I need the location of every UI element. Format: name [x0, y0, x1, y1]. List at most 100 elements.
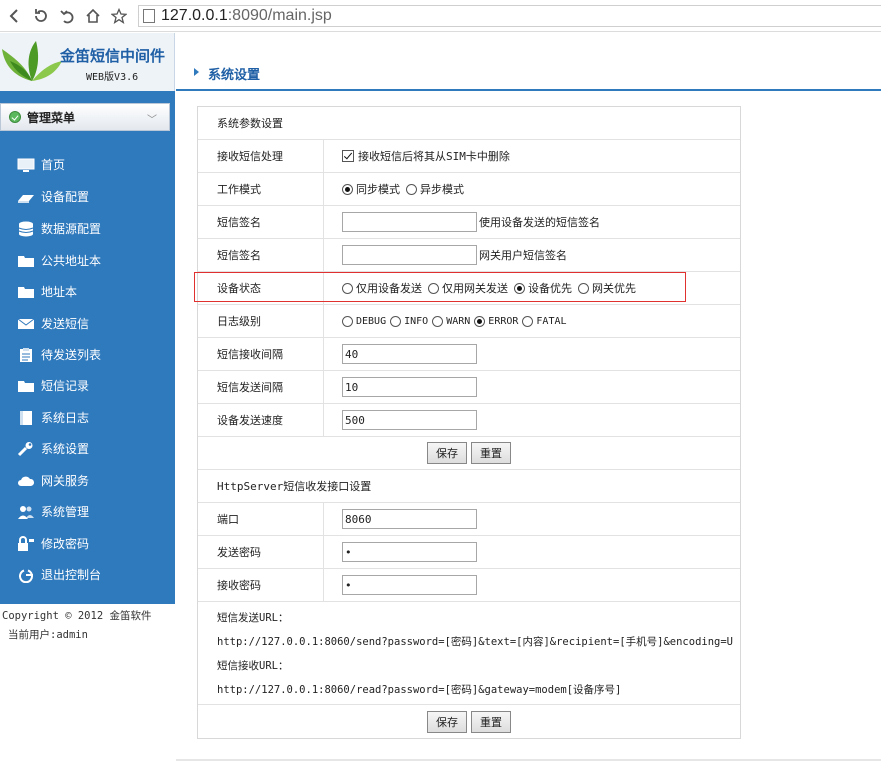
sidebar-item-label: 地址本: [41, 285, 78, 299]
form-row-sign2: 短信签名 网关用户短信签名: [198, 239, 740, 272]
back-icon[interactable]: [4, 5, 26, 27]
sidebar-item-system-admin[interactable]: 系统管理: [0, 496, 175, 527]
logo-title: 金笛短信中间件: [60, 47, 166, 65]
home-icon[interactable]: [82, 5, 104, 27]
gateway-signature-input[interactable]: [342, 245, 477, 265]
form-row-mode: 工作模式 同步模式 异步模式: [198, 173, 740, 206]
form-row-send-password: 发送密码 •: [198, 536, 740, 569]
power-icon: [16, 567, 36, 583]
sidebar-footer: Copyright © 2012 金笛软件 当前用户:admin: [0, 604, 175, 761]
send-interval-input[interactable]: 10: [342, 377, 477, 397]
page-icon: [143, 9, 155, 23]
sidebar-item-logout[interactable]: 退出控制台: [0, 559, 175, 590]
mail-icon: [16, 316, 36, 332]
sync-mode-radio[interactable]: [342, 183, 353, 195]
field-label: 短信发送间隔: [198, 371, 324, 403]
async-mode-radio[interactable]: [406, 183, 417, 195]
log-fatal-radio[interactable]: [522, 315, 534, 327]
logo-leaf-icon: [2, 41, 62, 81]
field-hint: 网关用户短信签名: [479, 249, 567, 262]
sidebar-item-public-addressbook[interactable]: 公共地址本: [0, 245, 175, 276]
sidebar-item-label: 网关服务: [41, 474, 90, 488]
chevron-down-icon[interactable]: ﹀: [147, 111, 157, 126]
star-icon[interactable]: [108, 5, 130, 27]
undo-icon[interactable]: [56, 5, 78, 27]
sidebar-item-label: 公共地址本: [41, 254, 102, 268]
radio-label: FATAL: [536, 315, 567, 327]
form-row-receive: 接收短信处理 接收短信后将其从SIM卡中删除: [198, 140, 740, 173]
send-password-input[interactable]: •: [342, 542, 477, 562]
radio-label: ERROR: [488, 315, 519, 327]
form-row-sign1: 短信签名 使用设备发送的短信签名: [198, 206, 740, 239]
device-icon: [16, 189, 36, 205]
field-label: 端口: [198, 503, 324, 535]
menu-title: 管理菜单: [27, 110, 76, 125]
address-bar[interactable]: 127.0.0.1:8090/main.jsp: [138, 5, 881, 27]
log-debug-radio[interactable]: [342, 315, 353, 327]
url-host: 127.0.0.1: [161, 7, 228, 24]
delete-from-sim-checkbox[interactable]: [342, 150, 354, 162]
radio-label: DEBUG: [356, 315, 387, 327]
form-row-port: 端口 8060: [198, 503, 740, 536]
receive-password-input[interactable]: •: [342, 575, 477, 595]
field-label: 接收短信处理: [198, 140, 324, 172]
highlight-box: [194, 272, 686, 302]
button-row: 保存 重置: [198, 705, 740, 738]
log-warn-radio[interactable]: [432, 315, 444, 327]
receive-url-text: http://127.0.0.1:8060/read?password=[密码]…: [217, 684, 622, 696]
port-input[interactable]: 8060: [342, 509, 477, 529]
book-icon: [16, 410, 36, 426]
form-row-log-level: 日志级别 DEBUG INFO WARN ERROR FATAL: [198, 305, 740, 338]
url-path: :8090/main.jsp: [227, 7, 332, 24]
device-signature-input[interactable]: [342, 212, 477, 232]
sidebar-item-device[interactable]: 设备配置: [0, 181, 175, 212]
save-button[interactable]: 保存: [427, 442, 467, 464]
reset-button[interactable]: 重置: [471, 710, 511, 733]
users-icon: [16, 504, 36, 520]
save-button[interactable]: 保存: [427, 710, 467, 733]
log-info-radio[interactable]: [390, 315, 402, 327]
menu-header[interactable]: 管理菜单 ﹀: [0, 103, 170, 131]
wrench-icon: [16, 441, 36, 457]
sidebar-item-label: 发送短信: [41, 317, 90, 331]
field-label: 设备发送速度: [198, 404, 324, 436]
sidebar-item-addressbook[interactable]: 地址本: [0, 276, 175, 307]
field-label: 短信接收间隔: [198, 338, 324, 370]
page-title: 系统设置: [208, 68, 261, 83]
field-label: 接收密码: [198, 569, 324, 601]
sidebar-item-sms-records[interactable]: 短信记录: [0, 370, 175, 401]
field-label: 发送密码: [198, 536, 324, 568]
radio-label: 同步模式: [356, 183, 400, 196]
sidebar-item-pending-list[interactable]: 待发送列表: [0, 339, 175, 370]
sidebar-item-change-password[interactable]: 修改密码: [0, 528, 175, 559]
receive-interval-input[interactable]: 40: [342, 344, 477, 364]
section-title: 系统参数设置: [217, 117, 283, 130]
sidebar-item-send-sms[interactable]: 发送短信: [0, 308, 175, 339]
current-user-text: 当前用户:admin: [8, 629, 88, 641]
url-info-block: 短信发送URL： http://127.0.0.1:8060/send?pass…: [198, 602, 740, 705]
send-speed-input[interactable]: 500: [342, 410, 477, 430]
reload-icon[interactable]: [30, 5, 52, 27]
copyright-text: Copyright © 2012 金笛软件: [2, 610, 152, 622]
sidebar-item-gateway[interactable]: 网关服务: [0, 465, 175, 496]
sidebar-item-label: 系统日志: [41, 411, 90, 425]
sidebar-item-home[interactable]: 首页: [0, 149, 175, 180]
folder-icon: [16, 284, 36, 300]
checkbox-label: 接收短信后将其从SIM卡中删除: [358, 150, 510, 163]
cloud-icon: [16, 473, 36, 489]
reset-button[interactable]: 重置: [471, 442, 511, 464]
clipboard-icon: [16, 347, 36, 363]
form-row-speed: 设备发送速度 500: [198, 404, 740, 437]
logo-area: 金笛短信中间件 WEB版V3.6: [0, 33, 175, 91]
sidebar-item-system-log[interactable]: 系统日志: [0, 402, 175, 433]
section-header: HttpServer短信收发接口设置: [198, 470, 740, 503]
sidebar-item-datasource[interactable]: 数据源配置: [0, 213, 175, 244]
field-label: 短信签名: [198, 239, 324, 271]
send-url-title: 短信发送URL：: [217, 612, 289, 624]
button-row: 保存 重置: [198, 437, 740, 470]
browser-toolbar: 127.0.0.1:8090/main.jsp: [0, 0, 881, 32]
triangle-right-icon: [194, 68, 199, 76]
send-url-text: http://127.0.0.1:8060/send?password=[密码]…: [217, 636, 734, 648]
log-error-radio[interactable]: [474, 315, 486, 327]
sidebar-item-system-settings[interactable]: 系统设置: [0, 433, 175, 464]
